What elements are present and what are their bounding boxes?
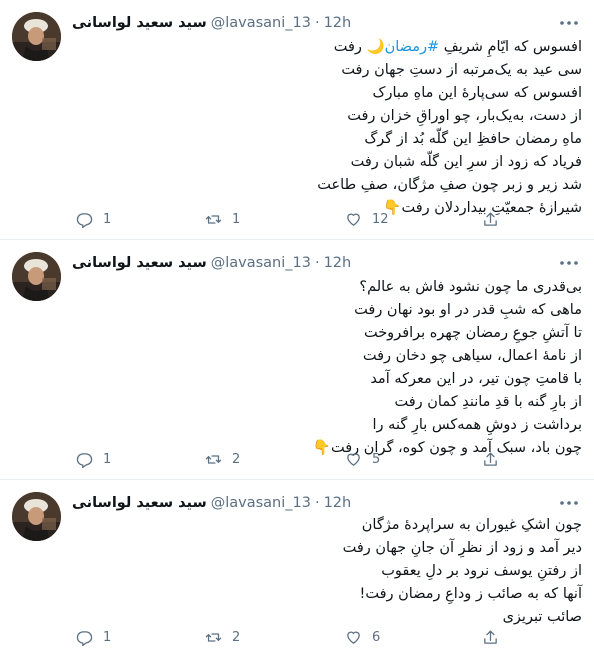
reply-count: 1 xyxy=(103,451,112,467)
avatar-image xyxy=(12,252,61,301)
avatar-image xyxy=(12,12,61,61)
like-button[interactable]: 12 xyxy=(345,211,389,228)
share-icon xyxy=(484,451,497,466)
tweet-line: شد زیر و زبر چون صفِ مژگان، صفِ طاعت xyxy=(317,177,582,193)
tweet[interactable]: سید سعید لواسانی @lavasani_13 · 12h بی‌ق… xyxy=(0,240,594,480)
tweet-line: افسوس که ایّامِ شریفِ #رمضان🌙 رفت xyxy=(333,39,582,55)
tweet-line: دیر آمد و زود از نظرِ آن جانِ جهان رفت xyxy=(342,540,582,556)
heart-icon xyxy=(347,213,360,226)
share-button[interactable] xyxy=(482,451,499,468)
retweet-count: 2 xyxy=(232,629,241,645)
more-options-button[interactable] xyxy=(556,10,582,36)
separator-dot: · xyxy=(314,255,320,271)
tweet[interactable]: سید سعید لواسانی @lavasani_13 · 12h افسو… xyxy=(0,0,594,240)
retweet-button[interactable]: 1 xyxy=(205,211,240,228)
heart-icon xyxy=(347,453,360,466)
hashtag-link[interactable]: #رمضان🌙 xyxy=(367,39,440,55)
tweet-line: بی‌قدری ما چون نشود فاش به عالم؟ xyxy=(359,279,582,295)
more-horizontal-icon xyxy=(560,21,578,25)
tweet-actions: 1 2 5 xyxy=(72,448,512,470)
avatar[interactable] xyxy=(12,12,61,61)
separator-dot: · xyxy=(314,495,320,511)
tweet-line: سی عید به یک‌مرتبه از دستِ جهان رفت xyxy=(341,62,582,78)
like-count: 6 xyxy=(372,629,381,645)
tweet[interactable]: سید سعید لواسانی @lavasani_13 · 12h چون … xyxy=(0,480,594,656)
author-name[interactable]: سید سعید لواسانی xyxy=(72,495,207,511)
tweet-line: از نامهٔ اعمال، سیاهی چو دخان رفت xyxy=(362,348,582,364)
separator-dot: · xyxy=(314,15,320,31)
reply-button[interactable]: 1 xyxy=(76,451,111,468)
tweet-line: از بارِ گنه با قدِ مانندِ کمان رفت xyxy=(394,394,582,410)
reply-icon xyxy=(76,452,93,468)
tweet-line: تا آتشِ جوعِ رمضان چهره برافروخت xyxy=(363,325,582,341)
more-horizontal-icon xyxy=(560,501,578,505)
tweet-header: سید سعید لواسانی @lavasani_13 · 12h xyxy=(72,12,562,34)
author-handle[interactable]: @lavasani_13 xyxy=(211,495,311,511)
retweet-count: 1 xyxy=(232,211,241,227)
retweet-icon xyxy=(205,454,222,464)
share-button[interactable] xyxy=(482,211,499,228)
more-options-button[interactable] xyxy=(556,490,582,516)
like-count: 5 xyxy=(372,451,381,467)
tweet-text: افسوس که ایّامِ شریفِ #رمضان🌙 رفت سی عید… xyxy=(72,36,582,220)
tweet-actions: 1 1 12 xyxy=(72,208,512,230)
tweet-text: بی‌قدری ما چون نشود فاش به عالم؟ ماهی که… xyxy=(72,276,582,460)
author-handle[interactable]: @lavasani_13 xyxy=(211,255,311,271)
reply-icon xyxy=(76,630,93,646)
reply-button[interactable]: 1 xyxy=(76,629,111,646)
more-horizontal-icon xyxy=(560,261,578,265)
heart-icon xyxy=(347,631,360,644)
share-button[interactable] xyxy=(482,629,499,646)
avatar[interactable] xyxy=(12,492,61,541)
like-button[interactable]: 6 xyxy=(345,629,380,646)
reply-count: 1 xyxy=(103,629,112,645)
tweet-actions: 1 2 6 xyxy=(72,626,512,648)
share-icon xyxy=(484,211,497,226)
moon-emoji: 🌙 xyxy=(366,39,385,55)
like-button[interactable]: 5 xyxy=(345,451,380,468)
tweet-time[interactable]: 12h xyxy=(324,255,352,271)
share-icon xyxy=(484,629,497,644)
retweet-count: 2 xyxy=(232,451,241,467)
retweet-icon xyxy=(205,632,222,642)
retweet-button[interactable]: 2 xyxy=(205,451,240,468)
author-name[interactable]: سید سعید لواسانی xyxy=(72,15,207,31)
author-handle[interactable]: @lavasani_13 xyxy=(211,15,311,31)
avatar[interactable] xyxy=(12,252,61,301)
tweet-header: سید سعید لواسانی @lavasani_13 · 12h xyxy=(72,492,562,514)
tweet-line: ماهی که شبِ قدر در او بود نهان رفت xyxy=(354,302,582,318)
tweet-line: آنها که به صائب ز وداعِ رمضان رفت! xyxy=(359,586,582,602)
more-options-button[interactable] xyxy=(556,250,582,276)
reply-count: 1 xyxy=(103,211,112,227)
tweet-line: چون اشکِ غیوران به سراپردهٔ مژگان xyxy=(361,517,582,533)
reply-button[interactable]: 1 xyxy=(76,211,111,228)
tweet-line: افسوس که سی‌پارهٔ این ماهِ مبارک xyxy=(372,85,582,101)
like-count: 12 xyxy=(372,211,389,227)
tweet-line: فریاد که زود از سرِ این گلّه شبان رفت xyxy=(350,154,582,170)
tweet-line: از رفتنِ یوسف نرود بر دلِ یعقوب xyxy=(381,563,582,579)
tweet-text: چون اشکِ غیوران به سراپردهٔ مژگان دیر آم… xyxy=(72,514,582,629)
tweet-time[interactable]: 12h xyxy=(324,15,352,31)
author-name[interactable]: سید سعید لواسانی xyxy=(72,255,207,271)
tweet-line: برداشت ز دوشِ همه‌کس بارِ گنه را xyxy=(372,417,582,433)
tweet-time[interactable]: 12h xyxy=(324,495,352,511)
reply-icon xyxy=(76,212,93,228)
tweet-line: از دست، به‌یک‌بار، چو اوراقِ خزان رفت xyxy=(347,108,582,124)
tweet-header: سید سعید لواسانی @lavasani_13 · 12h xyxy=(72,252,562,274)
tweet-line: ماهِ رمضان حافظِ این گلّه بُد از گرگ xyxy=(364,131,582,147)
retweet-button[interactable]: 2 xyxy=(205,629,240,646)
tweet-line: با قامتِ چون تیر، در این معرکه آمد xyxy=(370,371,582,387)
avatar-image xyxy=(12,492,61,541)
retweet-icon xyxy=(205,214,222,224)
